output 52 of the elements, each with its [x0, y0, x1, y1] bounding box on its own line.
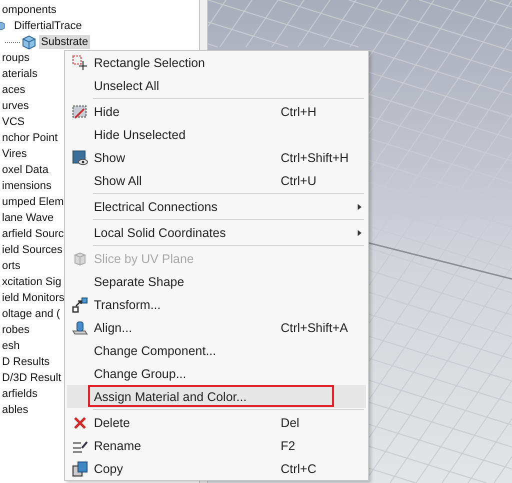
tree-item[interactable]: aterials	[0, 67, 40, 81]
menu-item[interactable]: Assign Material and Color...	[67, 385, 366, 408]
tree-item[interactable]: DiffertialTrace	[12, 19, 84, 33]
menu-item[interactable]: Transform...	[67, 293, 366, 316]
eye-box-icon	[72, 150, 88, 166]
transform-icon	[72, 296, 88, 312]
tree-item[interactable]: Vires	[0, 147, 29, 161]
selection-rectangle-icon	[72, 54, 88, 70]
tree-item[interactable]: ield Sources	[0, 243, 65, 257]
tree-item[interactable]: urves	[0, 99, 31, 113]
tree-item[interactable]: oltage and (	[0, 307, 62, 321]
menu-item[interactable]: Rename F2	[67, 434, 366, 457]
tree-item[interactable]: D Results	[0, 355, 52, 369]
tree-item[interactable]: umped Elem	[0, 195, 66, 209]
tree-item[interactable]: arfields	[0, 387, 40, 401]
tree-item[interactable]: robes	[0, 323, 32, 337]
tree-item[interactable]: ield Monitors	[0, 291, 66, 305]
tree-item[interactable]: ables	[0, 403, 30, 417]
align-icon	[72, 320, 88, 336]
cube-icon	[72, 250, 88, 266]
tree-item[interactable]: xcitation Sig	[0, 275, 64, 289]
tree-item[interactable]: nchor Point	[0, 131, 60, 145]
menu-item[interactable]: Delete Del	[67, 411, 366, 434]
menu-item[interactable]: Local Solid Coordinates	[67, 221, 366, 244]
tree-item[interactable]: omponents	[0, 3, 58, 17]
menu-item[interactable]: Electrical Connections	[67, 195, 366, 218]
menu-item[interactable]: Hide Unselected	[67, 123, 366, 146]
tree-item[interactable]: D/3D Result	[0, 371, 64, 385]
menu-item[interactable]: Show Ctrl+Shift+H	[67, 146, 366, 169]
tree-item[interactable]: esh	[0, 339, 22, 353]
copy-icon	[72, 460, 88, 476]
menu-item[interactable]: Rectangle Selection	[67, 51, 366, 74]
menu-item[interactable]: Change Group...	[67, 362, 366, 385]
solid-block-icon	[21, 34, 37, 50]
tree-item[interactable]: aces	[0, 83, 28, 97]
menu-item[interactable]: Show All Ctrl+U	[67, 169, 366, 192]
tree-item[interactable]: roups	[0, 51, 32, 65]
menu-item[interactable]: Align... Ctrl+Shift+A	[67, 316, 366, 339]
menu-item[interactable]: Hide Ctrl+H	[67, 100, 366, 123]
menu-item[interactable]: Separate Shape	[67, 270, 366, 293]
tree-item[interactable]: imensions	[0, 179, 54, 193]
delete-icon	[72, 414, 88, 430]
tree-item[interactable]: Substrate	[39, 35, 90, 49]
tree-item[interactable]: oxel Data	[0, 163, 50, 177]
tree-item[interactable]: lane Wave	[0, 211, 56, 225]
tree-item[interactable]: orts	[0, 259, 22, 273]
menu-item[interactable]: Copy Ctrl+C	[67, 457, 366, 480]
menu-item[interactable]: Change Component...	[67, 339, 366, 362]
tree-item[interactable]: VCS	[0, 115, 27, 129]
tree-item[interactable]: arfield Sourc	[0, 227, 66, 241]
menu-item[interactable]: Unselect All	[67, 74, 366, 97]
hidden-box-icon	[72, 104, 88, 120]
